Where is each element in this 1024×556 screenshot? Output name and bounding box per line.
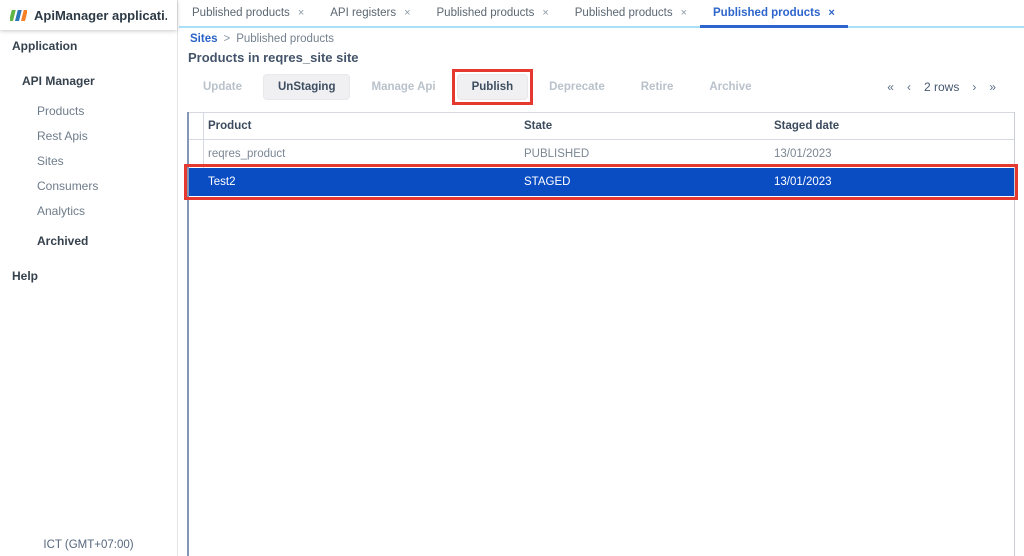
close-icon[interactable]: × — [828, 7, 834, 19]
cell-product: reqres_product — [208, 148, 286, 160]
sidebar-item-help[interactable]: Help — [0, 264, 177, 289]
deprecate-button[interactable]: Deprecate — [534, 74, 620, 100]
action-buttons: Update UnStaging Manage Api Publish Depr… — [188, 69, 767, 105]
breadcrumb-sites-link[interactable]: Sites — [190, 33, 218, 45]
breadcrumb-current: Published products — [236, 33, 335, 45]
row-selector-cell — [189, 168, 204, 196]
tab-published-products-2[interactable]: Published products × — [424, 0, 562, 26]
publish-annotation-box: Publish — [451, 69, 533, 105]
sidebar-nav: Application API Manager Products Rest Ap… — [0, 34, 177, 289]
prev-page-icon[interactable]: ‹ — [907, 80, 911, 94]
table-row-reqres-product[interactable]: reqres_product PUBLISHED 13/01/2023 — [189, 140, 1014, 168]
sidebar-item-api-manager[interactable]: API Manager — [0, 69, 177, 94]
table-row-test2-selected[interactable]: Test2 STAGED 13/01/2023 — [184, 164, 1018, 200]
close-icon[interactable]: × — [404, 7, 410, 19]
app-title: ApiManager applicati... — [34, 7, 167, 23]
cell-state: PUBLISHED — [524, 148, 590, 160]
sidebar-item-sites[interactable]: Sites — [0, 149, 177, 174]
products-grid: Product State Staged date reqres_product… — [184, 112, 1018, 556]
selector-column-header — [189, 113, 204, 139]
breadcrumb-separator: > — [223, 33, 231, 45]
tab-label: Published products — [436, 7, 535, 19]
tab-label: Published products — [713, 6, 821, 19]
cell-staged-date: 13/01/2023 — [774, 176, 832, 188]
app-header: ApiManager applicati... — [0, 0, 177, 30]
close-icon[interactable]: × — [298, 7, 304, 19]
retire-button[interactable]: Retire — [626, 74, 689, 100]
cell-staged-date: 13/01/2023 — [774, 148, 832, 160]
tab-api-registers[interactable]: API registers × — [317, 0, 423, 26]
archive-button[interactable]: Archive — [694, 74, 766, 100]
sidebar-item-products[interactable]: Products — [0, 99, 177, 124]
tab-bar: Published products × API registers × Pub… — [179, 0, 1024, 28]
close-icon[interactable]: × — [681, 7, 687, 19]
sidebar-item-archived[interactable]: Archived — [0, 229, 177, 254]
grid-header-row: Product State Staged date — [189, 112, 1014, 140]
update-button[interactable]: Update — [188, 74, 257, 100]
sidebar: ApiManager applicati... Application API … — [0, 0, 178, 556]
tab-label: Published products — [192, 7, 290, 19]
column-header-staged-date[interactable]: Staged date — [770, 113, 1014, 139]
app-logo-icon — [10, 9, 27, 21]
sidebar-item-analytics[interactable]: Analytics — [0, 199, 177, 224]
pagination: « ‹ 2 rows › » — [887, 80, 996, 94]
first-page-icon[interactable]: « — [887, 80, 894, 94]
sidebar-item-rest-apis[interactable]: Rest Apis — [0, 124, 177, 149]
last-page-icon[interactable]: » — [989, 80, 996, 94]
main-content: Published products × API registers × Pub… — [179, 0, 1024, 556]
sidebar-item-consumers[interactable]: Consumers — [0, 174, 177, 199]
sidebar-item-application[interactable]: Application — [0, 34, 177, 59]
row-selector-cell — [189, 140, 204, 168]
timezone-label: ICT (GMT+07:00) — [43, 539, 134, 551]
close-icon[interactable]: × — [542, 7, 548, 19]
page-title: Products in reqres_site site — [188, 50, 359, 65]
breadcrumb: Sites > Published products — [190, 33, 1024, 45]
tab-label: Published products — [574, 7, 673, 19]
cell-state: STAGED — [524, 176, 571, 188]
next-page-icon[interactable]: › — [972, 80, 976, 94]
column-header-state[interactable]: State — [520, 113, 770, 139]
cell-product: Test2 — [208, 176, 236, 188]
manage-api-button[interactable]: Manage Api — [356, 74, 450, 100]
publish-button[interactable]: Publish — [456, 74, 529, 100]
toolbar: Update UnStaging Manage Api Publish Depr… — [188, 69, 996, 105]
column-header-product[interactable]: Product — [204, 113, 520, 139]
unstaging-button[interactable]: UnStaging — [262, 74, 351, 100]
tab-published-products-1[interactable]: Published products × — [179, 0, 317, 26]
tab-published-products-3[interactable]: Published products × — [562, 0, 700, 26]
tab-label: API registers — [330, 7, 397, 19]
tab-published-products-active[interactable]: Published products × — [700, 0, 848, 28]
row-count-label: 2 rows — [923, 80, 960, 94]
